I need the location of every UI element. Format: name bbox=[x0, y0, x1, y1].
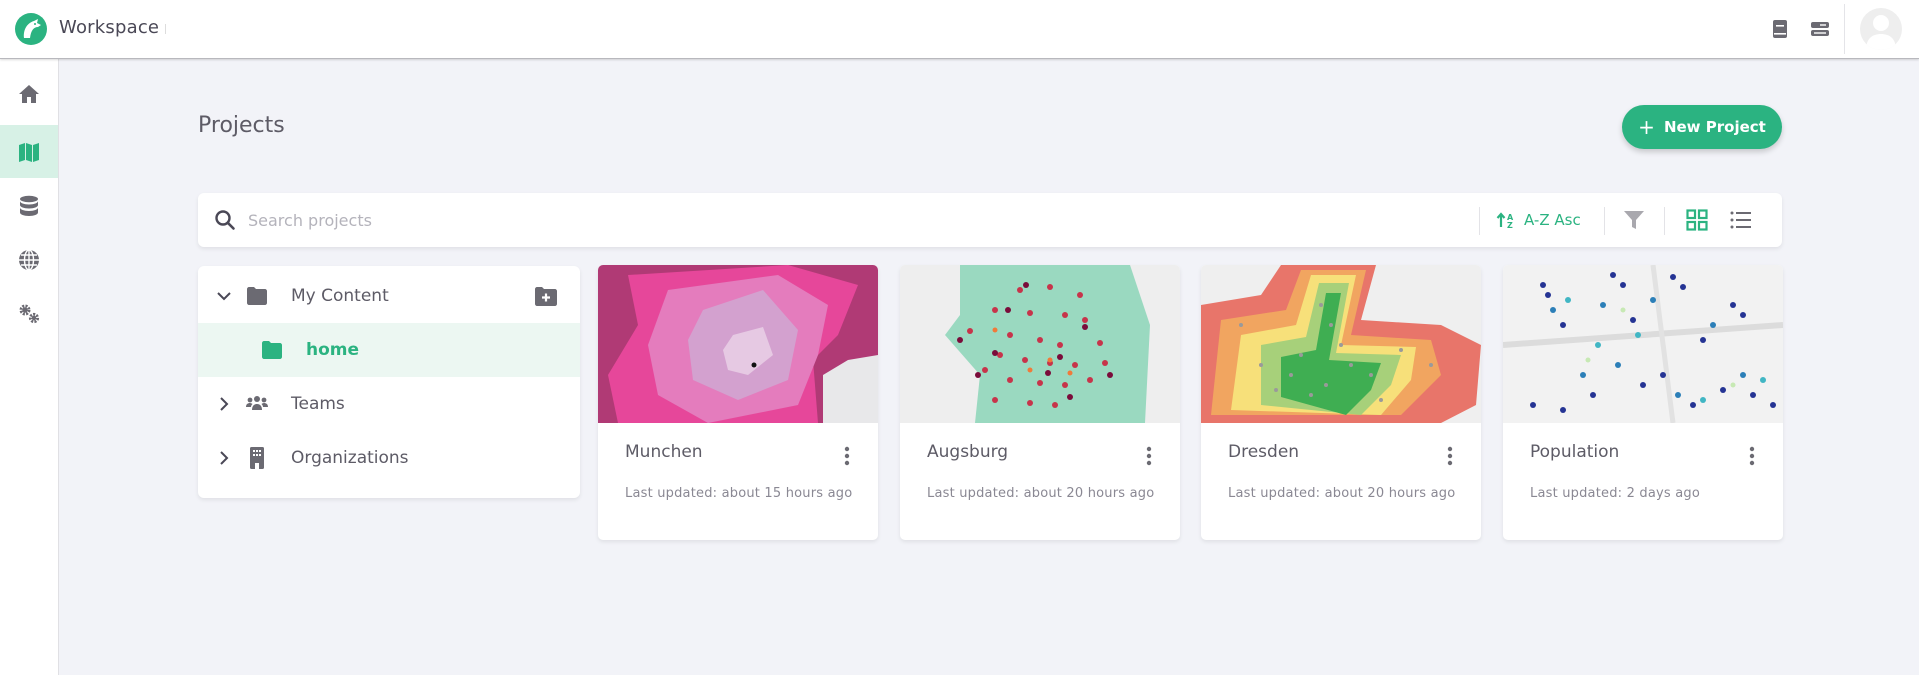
tree-item-label: Organizations bbox=[291, 448, 409, 468]
augsburg-map-thumbnail bbox=[900, 265, 1180, 423]
new-project-button[interactable]: + New Project bbox=[1622, 105, 1782, 149]
sort-label: A-Z Asc bbox=[1524, 211, 1581, 229]
project-card[interactable]: Munchen Last updated: about 15 hours ago bbox=[598, 265, 878, 540]
project-title: Population bbox=[1530, 442, 1620, 462]
chevron-right-icon[interactable] bbox=[216, 396, 232, 412]
project-title: Augsburg bbox=[927, 442, 1009, 462]
home-icon bbox=[19, 84, 39, 103]
gears-icon bbox=[19, 304, 40, 323]
project-card[interactable]: Augsburg Last updated: about 20 hours ag… bbox=[900, 265, 1180, 540]
chevron-right-icon[interactable] bbox=[216, 450, 232, 466]
project-thumbnail bbox=[1503, 265, 1783, 423]
projects-toolbar: A Z A-Z Asc bbox=[198, 193, 1782, 247]
top-header: Workspace bbox=[0, 0, 1919, 59]
title-divider bbox=[165, 24, 166, 34]
project-card[interactable]: Dresden Last updated: about 20 hours ago bbox=[1201, 265, 1481, 540]
page-title: Projects bbox=[198, 113, 285, 138]
left-nav-rail bbox=[0, 59, 59, 675]
more-options-icon[interactable] bbox=[1747, 445, 1757, 467]
plus-icon: + bbox=[1638, 115, 1655, 139]
project-title: Dresden bbox=[1228, 442, 1300, 462]
more-options-icon[interactable] bbox=[1445, 445, 1455, 467]
rail-item-home[interactable] bbox=[0, 67, 58, 120]
rail-item-datasets[interactable] bbox=[0, 179, 58, 232]
dresden-map-thumbnail bbox=[1201, 265, 1481, 423]
tree-item-my-content[interactable]: My Content bbox=[198, 269, 580, 323]
tree-item-label: Teams bbox=[291, 394, 345, 414]
tree-item-organizations[interactable]: Organizations bbox=[198, 431, 580, 485]
more-options-icon[interactable] bbox=[842, 445, 852, 467]
user-silhouette-icon bbox=[1866, 15, 1896, 50]
map-icon bbox=[19, 142, 39, 162]
population-map-thumbnail bbox=[1503, 265, 1783, 423]
app-title: Workspace bbox=[59, 17, 160, 38]
new-project-label: New Project bbox=[1663, 118, 1766, 136]
tree-item-home[interactable]: home bbox=[198, 323, 580, 377]
project-thumbnail bbox=[900, 265, 1180, 423]
more-options-icon[interactable] bbox=[1144, 445, 1154, 467]
user-avatar[interactable] bbox=[1860, 8, 1902, 50]
project-last-updated: Last updated: about 15 hours ago bbox=[625, 486, 853, 501]
filter-icon[interactable] bbox=[1622, 208, 1646, 232]
rail-item-settings[interactable] bbox=[0, 287, 58, 340]
tree-item-label: My Content bbox=[291, 286, 389, 306]
rail-item-explore[interactable] bbox=[0, 233, 58, 286]
globe-icon bbox=[19, 248, 39, 271]
toolbar-divider bbox=[1604, 207, 1605, 235]
folder-icon bbox=[262, 341, 282, 359]
project-last-updated: Last updated: about 20 hours ago bbox=[927, 486, 1155, 501]
toolbar-divider bbox=[1664, 207, 1665, 235]
project-card[interactable]: Population Last updated: 2 days ago bbox=[1503, 265, 1783, 540]
header-divider bbox=[1844, 4, 1845, 54]
toolbar-divider bbox=[1479, 207, 1480, 235]
app-logo-icon[interactable] bbox=[14, 12, 48, 46]
folder-tree: My Content home Teams Organizations bbox=[198, 266, 580, 498]
project-title: Munchen bbox=[625, 442, 703, 462]
rail-item-projects[interactable] bbox=[0, 125, 58, 178]
project-thumbnail bbox=[598, 265, 878, 423]
add-folder-icon[interactable] bbox=[534, 285, 558, 307]
project-last-updated: Last updated: about 20 hours ago bbox=[1228, 486, 1456, 501]
tree-item-teams[interactable]: Teams bbox=[198, 377, 580, 431]
users-icon bbox=[246, 396, 268, 410]
grid-view-icon[interactable] bbox=[1685, 208, 1709, 232]
list-view-icon[interactable] bbox=[1729, 208, 1753, 232]
project-last-updated: Last updated: 2 days ago bbox=[1530, 486, 1700, 501]
sort-alpha-asc-icon: A Z bbox=[1496, 212, 1514, 230]
svg-text:Z: Z bbox=[1507, 221, 1513, 230]
sort-button[interactable]: A Z A-Z Asc bbox=[1496, 206, 1581, 234]
building-icon bbox=[250, 447, 264, 469]
munchen-map-thumbnail bbox=[598, 265, 878, 423]
chevron-down-icon[interactable] bbox=[216, 288, 232, 304]
search-icon bbox=[215, 210, 235, 230]
project-thumbnail bbox=[1201, 265, 1481, 423]
server-stack-icon[interactable] bbox=[1809, 18, 1831, 40]
tree-item-label: home bbox=[306, 340, 360, 360]
database-icon bbox=[20, 195, 38, 216]
folder-icon bbox=[247, 287, 267, 305]
docs-book-icon[interactable] bbox=[1769, 18, 1791, 40]
search-input[interactable] bbox=[248, 203, 1428, 237]
